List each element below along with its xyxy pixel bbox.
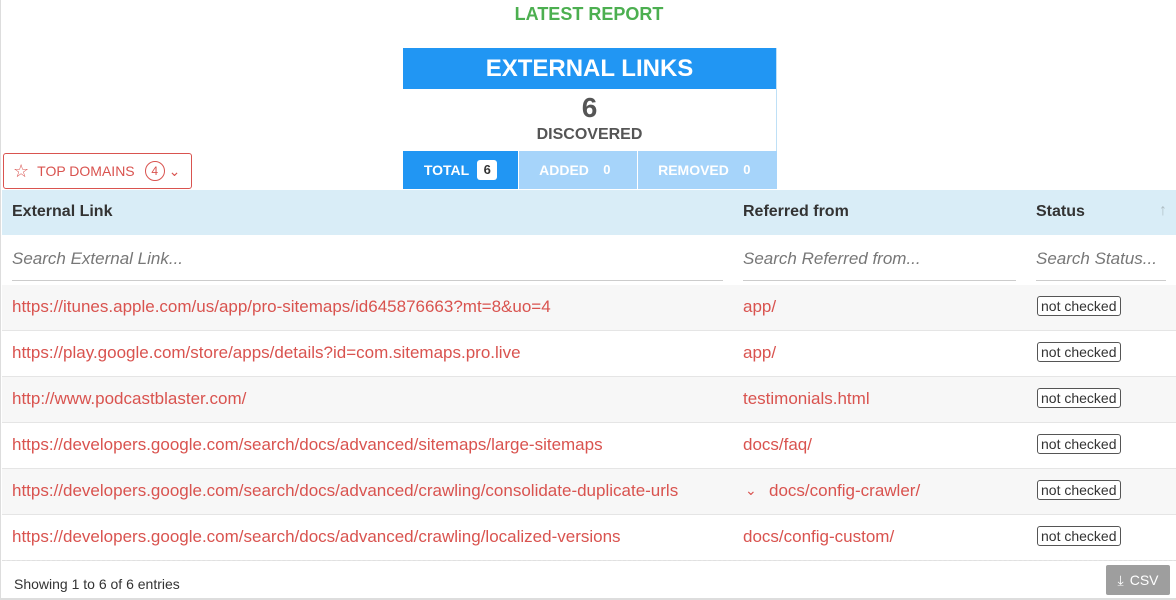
- external-link[interactable]: https://developers.google.com/search/doc…: [12, 527, 621, 547]
- status-badge: not checked: [1037, 480, 1121, 500]
- tab-total-count: 6: [477, 160, 498, 180]
- table-row: https://developers.google.com/search/doc…: [2, 469, 1176, 515]
- summary-subtitle: DISCOVERED: [536, 126, 643, 143]
- entries-info: Showing 1 to 6 of 6 entries: [14, 576, 180, 592]
- top-domains-button[interactable]: ☆ TOP DOMAINS 4 ⌄: [3, 153, 192, 189]
- tab-removed-label: REMOVED: [658, 162, 729, 178]
- referred-from-link[interactable]: app/: [743, 343, 776, 363]
- external-link[interactable]: http://www.podcastblaster.com/: [12, 389, 246, 409]
- status-badge: not checked: [1037, 296, 1121, 316]
- chevron-down-icon[interactable]: ⌄: [745, 482, 757, 499]
- sort-arrow-up-icon[interactable]: ↑: [1159, 202, 1167, 220]
- tab-added-count: 0: [603, 162, 611, 177]
- referred-from-link[interactable]: app/: [743, 297, 776, 317]
- summary-tabs: TOTAL 6 ADDED 0 REMOVED 0: [403, 151, 777, 189]
- tab-removed-count: 0: [743, 162, 751, 177]
- download-icon: ⤓: [1117, 571, 1124, 588]
- table-row: https://play.google.com/store/apps/detai…: [2, 331, 1176, 377]
- search-referred-from-input[interactable]: [743, 237, 1016, 281]
- summary-heading: EXTERNAL LINKS: [403, 48, 776, 89]
- status-badge: not checked: [1037, 388, 1121, 408]
- tab-added[interactable]: ADDED 0: [519, 151, 637, 189]
- csv-export-button[interactable]: ⤓ CSV: [1106, 565, 1170, 595]
- column-external-link[interactable]: External Link: [12, 203, 112, 221]
- search-external-link-input[interactable]: [12, 237, 723, 281]
- referred-from-link[interactable]: docs/config-custom/: [743, 527, 894, 547]
- summary-card: EXTERNAL LINKS 6 DISCOVERED TOTAL 6 ADDE…: [403, 48, 777, 189]
- top-domains-label: TOP DOMAINS: [37, 163, 135, 179]
- tab-total-label: TOTAL: [423, 162, 470, 178]
- referred-from-link[interactable]: docs/config-crawler/: [769, 481, 920, 501]
- table-body: https://itunes.apple.com/us/app/pro-site…: [2, 285, 1176, 561]
- external-link[interactable]: https://itunes.apple.com/us/app/pro-site…: [12, 297, 551, 317]
- csv-label: CSV: [1129, 572, 1159, 588]
- status-badge: not checked: [1037, 434, 1121, 454]
- chevron-down-icon: ⌄: [168, 162, 181, 179]
- search-status-input[interactable]: [1036, 237, 1166, 281]
- column-referred-from[interactable]: Referred from: [743, 203, 849, 221]
- table-row: https://developers.google.com/search/doc…: [2, 423, 1176, 469]
- table-row: https://developers.google.com/search/doc…: [2, 515, 1176, 561]
- top-domains-count: 4: [144, 161, 165, 181]
- referred-from-link[interactable]: testimonials.html: [743, 389, 870, 409]
- status-badge: not checked: [1037, 342, 1121, 362]
- star-icon: ☆: [13, 161, 30, 181]
- status-badge: not checked: [1037, 526, 1121, 546]
- tab-total[interactable]: TOTAL 6: [403, 151, 518, 189]
- external-link[interactable]: https://developers.google.com/search/doc…: [12, 435, 603, 455]
- external-link[interactable]: https://developers.google.com/search/doc…: [12, 481, 678, 501]
- summary-count: 6: [581, 92, 598, 123]
- report-title: LATEST REPORT: [514, 4, 664, 24]
- filter-row: [2, 235, 1176, 285]
- tab-removed[interactable]: REMOVED 0: [638, 151, 777, 189]
- table-divider: [2, 560, 1176, 561]
- table-row: https://itunes.apple.com/us/app/pro-site…: [2, 285, 1176, 331]
- report-page: LATEST REPORT EXTERNAL LINKS 6 DISCOVERE…: [0, 0, 1176, 600]
- table-header: External Link Referred from Status ↑: [2, 190, 1176, 235]
- column-status[interactable]: Status: [1036, 203, 1085, 221]
- referred-from-link[interactable]: docs/faq/: [743, 435, 812, 455]
- table-row: http://www.podcastblaster.com/ testimoni…: [2, 377, 1176, 423]
- external-link[interactable]: https://play.google.com/store/apps/detai…: [12, 343, 521, 363]
- tab-added-label: ADDED: [539, 162, 589, 178]
